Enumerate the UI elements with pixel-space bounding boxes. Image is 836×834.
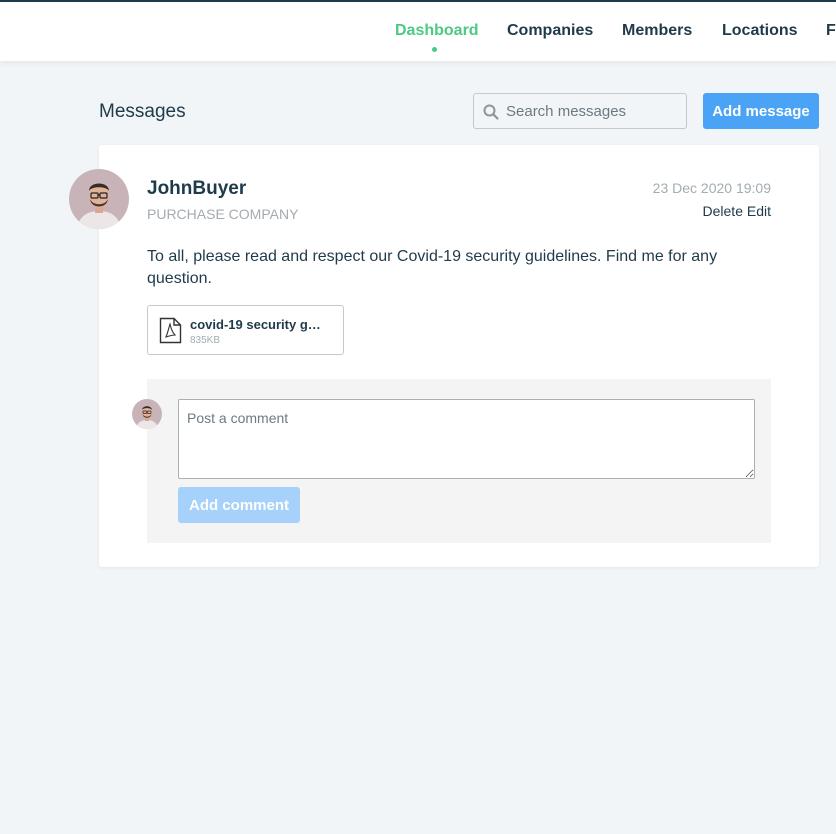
page-title: Messages [99, 101, 186, 122]
author-avatar [69, 169, 129, 229]
message-author[interactable]: JohnBuyer [147, 178, 246, 200]
search-box[interactable] [473, 93, 687, 129]
message-actions: Delete Edit [703, 203, 771, 219]
comment-textarea[interactable] [178, 399, 755, 479]
main-nav: Dashboard Companies Members Locations F [0, 2, 836, 61]
edit-message-link[interactable]: Edit [747, 203, 771, 219]
search-icon [483, 104, 499, 125]
add-comment-button[interactable]: Add comment [178, 487, 300, 523]
nav-item-locations[interactable]: Locations [722, 22, 798, 40]
top-navigation-bar: Dashboard Companies Members Locations F [0, 0, 836, 61]
delete-message-link[interactable]: Delete [703, 203, 743, 219]
attachment-card[interactable]: covid-19 security guidelines.pdf 835KB [147, 305, 344, 355]
nav-item-truncated[interactable]: F [826, 22, 836, 40]
add-message-button[interactable]: Add message [703, 93, 819, 129]
message-body: To all, please read and respect our Covi… [147, 248, 718, 287]
nav-item-members[interactable]: Members [622, 22, 692, 40]
current-user-avatar [132, 399, 162, 429]
message-timestamp: 23 Dec 2020 19:09 [652, 180, 771, 196]
search-input[interactable] [506, 94, 682, 128]
attachment-size: 835KB [190, 335, 221, 346]
attachment-name: covid-19 security guidelines.pdf [190, 317, 326, 332]
pdf-file-icon [159, 317, 182, 349]
nav-item-dashboard[interactable]: Dashboard [395, 22, 479, 40]
active-indicator-dot [432, 47, 437, 52]
author-company: PURCHASE COMPANY [147, 206, 299, 222]
nav-item-companies[interactable]: Companies [507, 22, 593, 40]
